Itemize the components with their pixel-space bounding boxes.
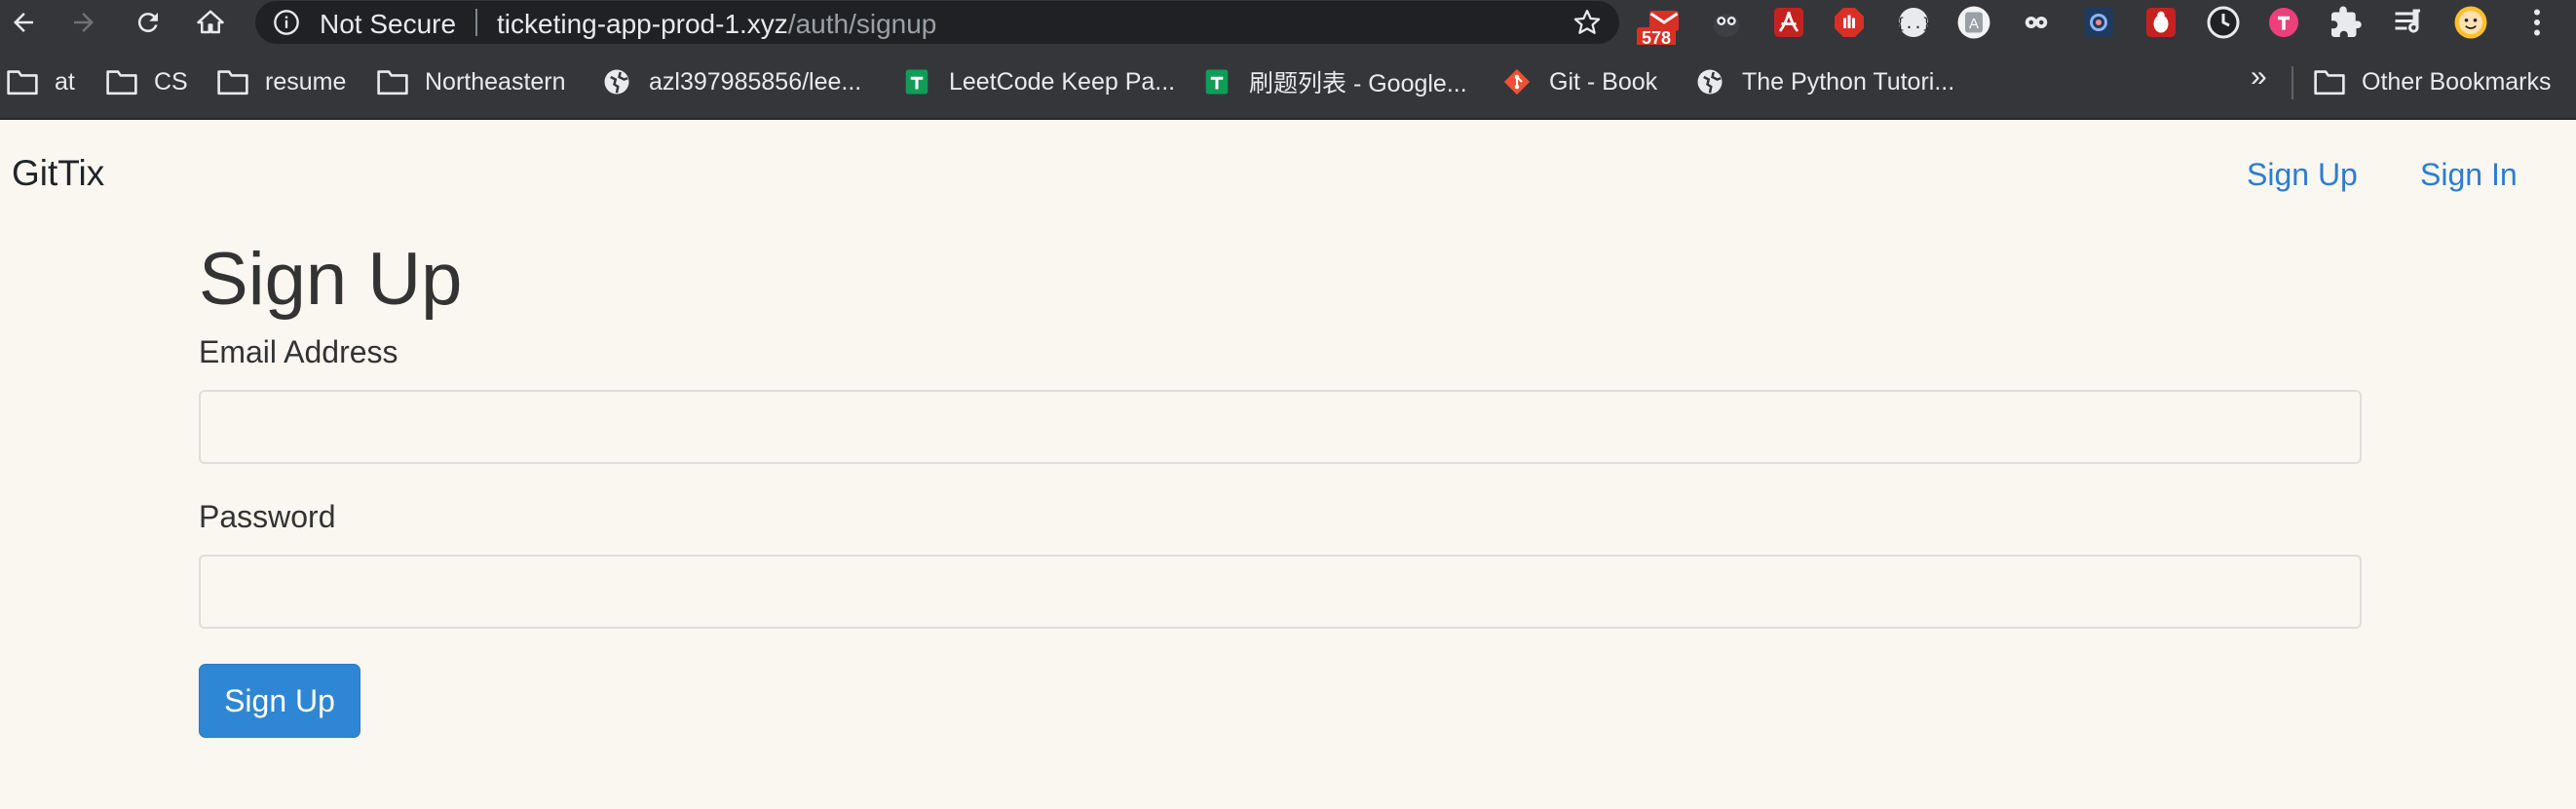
password-field[interactable] (199, 555, 2362, 629)
bookmark-label: Northeastern (425, 67, 566, 96)
globe-icon (1697, 69, 1723, 95)
brand-logo[interactable]: GitTix (12, 153, 104, 194)
folder-icon (106, 70, 137, 96)
forward-button[interactable] (64, 4, 103, 41)
page-title: Sign Up (199, 238, 463, 321)
bookmarks-bar: at CS resume Northeastern azl397985856/l… (0, 45, 2576, 120)
bug-extension-icon[interactable] (2141, 4, 2180, 41)
page-content: GitTix Sign Up Sign In Sign Up Email Add… (0, 120, 2576, 809)
url-text[interactable]: ticketing-app-prod-1.xyz/auth/signup (497, 9, 936, 40)
acrobat-extension-icon[interactable] (1769, 4, 1808, 41)
folder-icon (217, 70, 248, 96)
home-icon (197, 10, 224, 34)
adblock-extension-icon[interactable] (1830, 4, 1869, 41)
owl-extension-icon[interactable] (1707, 4, 1746, 41)
profile-avatar[interactable] (2451, 4, 2490, 41)
folder-icon (377, 70, 408, 96)
puzzle-icon[interactable] (2327, 4, 2366, 41)
bookmark-item[interactable]: CS (105, 62, 188, 101)
password-label: Password (199, 499, 336, 534)
home-button[interactable] (191, 4, 230, 41)
folder-icon (7, 70, 38, 96)
bookmark-item[interactable]: azl397985856/lee... (600, 62, 861, 101)
playlist-icon[interactable] (2389, 4, 2428, 41)
translate-extension-icon[interactable]: A (1954, 4, 1993, 41)
bookmark-item[interactable]: LeetCode Keep Pa... (900, 62, 1175, 101)
bookmark-item[interactable]: Git - Book (1500, 62, 1657, 101)
arrow-right-icon (74, 13, 94, 32)
dots-extension-icon[interactable] (2017, 4, 2056, 41)
arrow-left-icon (14, 13, 33, 32)
sheets-icon (905, 69, 928, 95)
nav-sign-in-link[interactable]: Sign In (2420, 157, 2518, 193)
url-host: ticketing-app-prod-1.xyz (497, 9, 788, 39)
bookmark-label: azl397985856/lee... (649, 67, 862, 96)
bookmarks-divider (2292, 66, 2293, 99)
browser-toolbar: Not Secure ticketing-app-prod-1.xyz/auth… (0, 0, 2576, 49)
address-divider (475, 9, 477, 36)
other-bookmarks-label: Other Bookmarks (2362, 67, 2552, 96)
galaxy-extension-icon[interactable] (2079, 4, 2118, 41)
git-icon (1503, 68, 1531, 96)
signup-form: Sign Up Email Address Password Sign Up (199, 235, 2362, 738)
bookmark-label: CS (154, 67, 188, 96)
svg-text:A: A (1969, 16, 1979, 32)
back-button[interactable] (4, 4, 43, 41)
address-bar[interactable]: Not Secure ticketing-app-prod-1.xyz/auth… (255, 1, 1619, 44)
globe-icon (604, 69, 629, 95)
bookmarks-overflow-button[interactable]: » (2251, 60, 2267, 94)
bookmark-label: resume (265, 67, 347, 96)
bookmark-star-icon[interactable] (1572, 8, 1602, 37)
reload-button[interactable] (129, 4, 168, 41)
sign-up-button[interactable]: Sign Up (199, 664, 360, 738)
email-group: Email Address (199, 334, 2362, 464)
svg-text:{..}: {..} (1896, 15, 1931, 32)
bookmark-item[interactable]: at (6, 62, 75, 101)
menu-icon[interactable] (2518, 4, 2557, 41)
nav-sign-up-link[interactable]: Sign Up (2247, 157, 2358, 193)
info-icon[interactable] (273, 9, 300, 36)
bookmark-item[interactable]: The Python Tutori... (1693, 62, 1954, 101)
bookmark-label: The Python Tutori... (1742, 67, 1955, 96)
bookmark-item[interactable]: Northeastern (376, 62, 566, 101)
reload-icon (137, 13, 158, 33)
security-status[interactable]: Not Secure (320, 9, 456, 40)
email-label: Email Address (199, 334, 398, 369)
other-bookmarks-folder[interactable]: Other Bookmarks (2313, 62, 2552, 101)
folder-icon (2314, 70, 2345, 96)
bookmark-item[interactable]: resume (216, 62, 346, 101)
bookmark-label: LeetCode Keep Pa... (949, 67, 1176, 96)
bookmark-label: Git - Book (1549, 67, 1658, 96)
bookmark-label: 刷题列表 - Google... (1249, 70, 1467, 97)
timer-extension-icon[interactable] (2204, 4, 2243, 41)
password-group: Password (199, 499, 2362, 629)
bookmark-label: at (55, 67, 75, 96)
url-path: /auth/signup (787, 9, 937, 39)
sheets-icon (1205, 69, 1229, 95)
json-extension-icon[interactable]: {..} (1894, 4, 1933, 41)
bookmark-item[interactable]: 刷题列表 - Google... (1200, 62, 1467, 101)
pink-extension-icon[interactable] (2264, 4, 2303, 41)
email-field[interactable] (199, 390, 2362, 464)
